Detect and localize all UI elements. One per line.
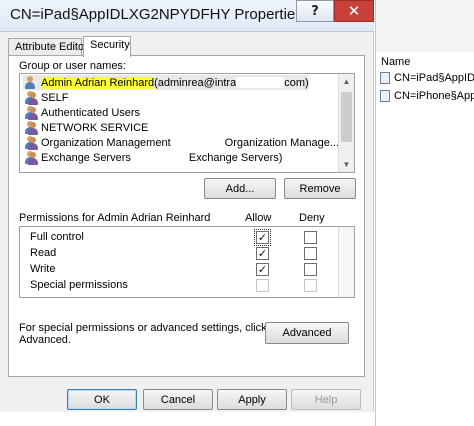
user-icon (23, 75, 37, 90)
list-item-name: CN=iPhone§App (394, 90, 474, 102)
group-icon (23, 105, 38, 120)
list-item[interactable]: CN=iPhone§App (380, 88, 474, 104)
list-item[interactable]: CN=iPad§AppID (380, 70, 474, 86)
list-item-name: Exchange Servers (41, 151, 131, 164)
scroll-up-icon[interactable]: ▲ (339, 74, 354, 89)
permission-name: Full control (30, 231, 84, 243)
allow-header: Allow (245, 212, 272, 224)
title-bar: CN=iPad§AppIDLXG2NPYDFHY Properties ? ✕ (0, 0, 374, 32)
add-button[interactable]: Add... (204, 178, 276, 199)
group-icon (23, 90, 38, 105)
allow-checkbox[interactable]: ✓ (254, 229, 271, 246)
object-icon (380, 72, 390, 84)
group-user-list[interactable]: Admin Adrian Reinhard (adminrea@intra com… (19, 73, 355, 173)
advanced-hint-line1: For special permissions or advanced sett… (19, 322, 267, 334)
window-title: CN=iPad§AppIDLXG2NPYDFHY Properties (10, 6, 303, 23)
list-item-name: NETWORK SERVICE (41, 121, 149, 134)
properties-dialog: CN=iPad§AppIDLXG2NPYDFHY Properties ? ✕ … (0, 0, 374, 412)
list-item-detail: Organization Manage... (224, 136, 339, 149)
security-panel: Group or user names: Admin Adrian Reinha… (8, 55, 365, 377)
advanced-hint-line2: Advanced. (19, 334, 71, 346)
advanced-button[interactable]: Advanced (265, 322, 349, 344)
name-column-header[interactable]: Name (381, 56, 410, 68)
tab-security[interactable]: Security (83, 36, 131, 57)
remove-button[interactable]: Remove (284, 178, 356, 199)
apply-button[interactable]: Apply (217, 389, 287, 410)
permission-name: Write (30, 263, 56, 275)
cancel-button[interactable]: Cancel (143, 389, 213, 410)
help-icon: ? (311, 3, 319, 19)
list-item-email-tail: com) (284, 76, 309, 89)
scroll-thumb[interactable] (341, 92, 352, 142)
redaction (236, 77, 285, 88)
tab-attribute-editor[interactable]: Attribute Editor (8, 38, 88, 56)
permissions-list: Full control ✓ Read ✓ Write ✓ Special pe… (19, 226, 355, 298)
permission-name: Read (30, 247, 57, 259)
scroll-down-icon[interactable]: ▼ (339, 157, 354, 172)
background-list-pane: Name CN=iPad§AppID CN=iPhone§App (375, 0, 474, 426)
list-item[interactable]: SELF (23, 90, 69, 105)
permission-name: Special permissions (30, 279, 128, 291)
list-item-email: (adminrea@intra (154, 76, 237, 89)
list-scrollbar[interactable]: ▲ ▼ (338, 74, 354, 172)
close-button[interactable]: ✕ (334, 0, 374, 22)
list-item[interactable]: Authenticated Users (23, 105, 140, 120)
redaction (130, 152, 189, 163)
group-names-label: Group or user names: (19, 60, 126, 72)
permission-row-write: Write ✓ (20, 262, 338, 278)
permission-row-read: Read ✓ (20, 246, 338, 262)
object-icon (380, 90, 390, 102)
help-title-button[interactable]: ? (296, 0, 334, 22)
list-item-name: SELF (41, 91, 69, 104)
list-item[interactable]: Organization Management Organization Mana… (23, 135, 339, 150)
group-icon (23, 120, 38, 135)
deny-checkbox (304, 279, 317, 292)
list-item[interactable]: NETWORK SERVICE (23, 120, 148, 135)
allow-checkbox[interactable]: ✓ (256, 247, 269, 260)
list-item-detail: Exchange Servers) (188, 151, 283, 164)
list-item[interactable]: Exchange Servers Exchange Servers) (23, 150, 282, 165)
permissions-label: Permissions for Admin Adrian Reinhard (19, 212, 211, 224)
list-item-name: CN=iPad§AppID (394, 72, 474, 84)
deny-checkbox[interactable] (304, 231, 317, 244)
list-item[interactable]: Admin Adrian Reinhard (adminrea@intra com… (23, 75, 309, 90)
permissions-scrollbar (338, 227, 354, 297)
allow-checkbox (256, 279, 269, 292)
deny-checkbox[interactable] (304, 263, 317, 276)
close-icon: ✕ (347, 2, 361, 20)
group-icon (23, 135, 38, 150)
permission-row-special: Special permissions (20, 278, 338, 294)
deny-header: Deny (299, 212, 325, 224)
redaction (170, 137, 225, 148)
permission-row-full-control: Full control ✓ (20, 229, 338, 246)
help-button: Help (291, 389, 361, 410)
deny-checkbox[interactable] (304, 247, 317, 260)
ok-button[interactable]: OK (67, 389, 137, 410)
group-icon (23, 150, 38, 165)
list-item-name: Organization Management (41, 136, 171, 149)
allow-checkbox[interactable]: ✓ (256, 263, 269, 276)
list-item-name: Authenticated Users (41, 106, 141, 119)
list-item-name: Admin Adrian Reinhard (41, 76, 155, 89)
pane-toolbar-strip (376, 0, 474, 52)
